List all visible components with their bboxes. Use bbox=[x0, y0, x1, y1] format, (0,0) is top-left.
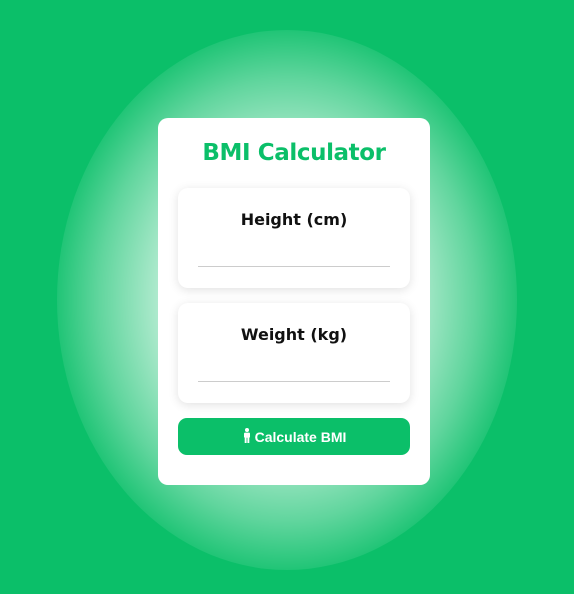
weight-label: Weight (kg) bbox=[240, 325, 348, 344]
height-field-card: Height (cm) bbox=[178, 188, 410, 288]
page-title: BMI Calculator bbox=[202, 140, 386, 166]
person-icon bbox=[242, 428, 252, 443]
calculate-bmi-button[interactable]: Calculate BMI bbox=[178, 418, 410, 455]
calculate-button-label: Calculate BMI bbox=[254, 428, 347, 445]
height-input[interactable] bbox=[198, 238, 390, 267]
height-label: Height (cm) bbox=[240, 210, 348, 229]
bmi-card: BMI Calculator Height (cm) Weight (kg) C… bbox=[158, 118, 430, 485]
weight-input[interactable] bbox=[198, 353, 390, 382]
weight-field-card: Weight (kg) bbox=[178, 303, 410, 403]
